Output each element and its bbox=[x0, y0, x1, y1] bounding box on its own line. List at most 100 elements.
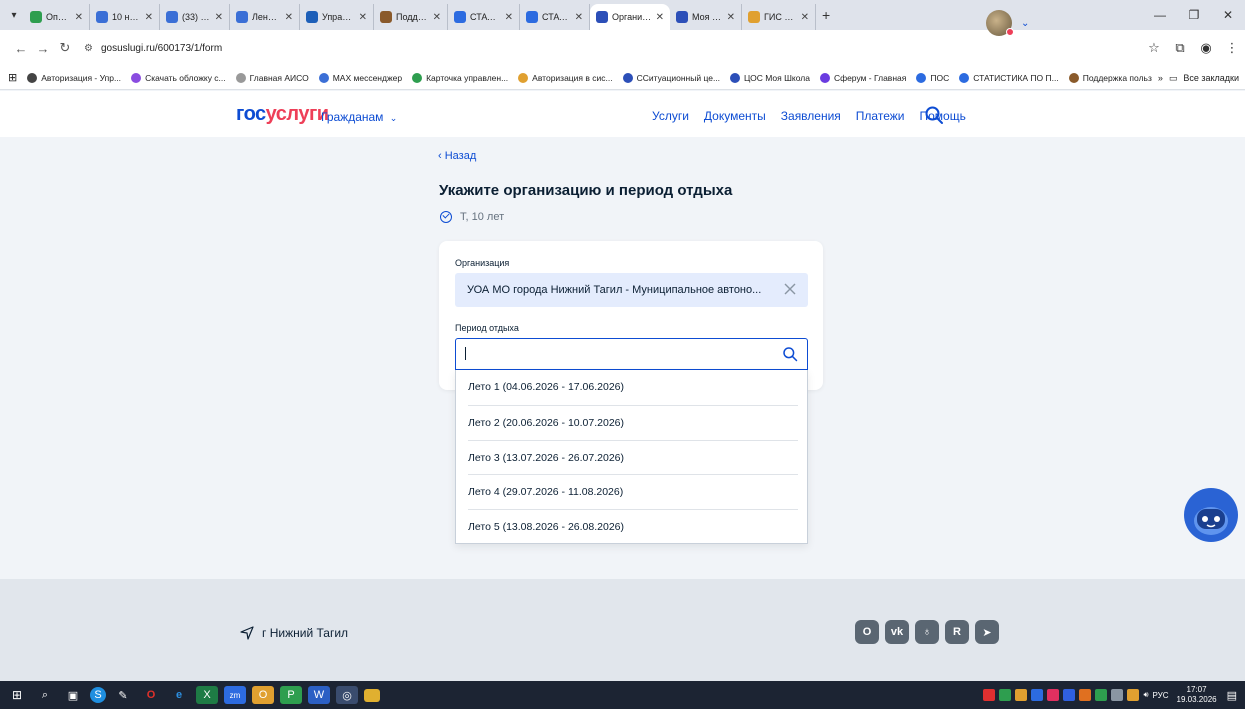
tab-close-icon[interactable]: ✕ bbox=[656, 12, 664, 23]
assistant-robot-icon[interactable] bbox=[1183, 487, 1239, 543]
file-explorer-icon[interactable] bbox=[364, 688, 380, 702]
volume-icon[interactable]: 🔊︎ bbox=[1143, 690, 1148, 700]
outlook-icon[interactable]: O bbox=[252, 686, 274, 704]
period-option[interactable]: Лето 5 (13.08.2026 - 26.08.2026) bbox=[468, 510, 798, 544]
browser-tab[interactable]: Управление о ✕ bbox=[300, 4, 374, 30]
browser-tab[interactable]: Моя школа ✕ bbox=[670, 4, 742, 30]
organization-field[interactable]: УОА МО города Нижний Тагил - Муниципальн… bbox=[455, 273, 808, 307]
back-arrow-icon[interactable]: ← bbox=[10, 41, 32, 56]
all-bookmarks[interactable]: Все закладки bbox=[1183, 73, 1239, 83]
bookmark-item[interactable]: Поддержка пользо... bbox=[1068, 72, 1164, 83]
tray-icon[interactable] bbox=[1063, 689, 1076, 701]
chrome-icon[interactable]: ◎ bbox=[336, 686, 358, 704]
browser-tab[interactable]: ГИС СО "ЕЦП" ✕ bbox=[742, 4, 816, 30]
bookmark-item[interactable]: Скачать обложку с... bbox=[131, 72, 226, 83]
tray-icon[interactable] bbox=[999, 689, 1012, 701]
telegram-icon[interactable]: ➤ bbox=[975, 620, 999, 644]
tray-icon[interactable] bbox=[1111, 689, 1124, 701]
tab-search-icon[interactable]: ▾ bbox=[4, 5, 24, 25]
browser-tab[interactable]: СТАТИСТИКА ✕ bbox=[448, 4, 520, 30]
period-input[interactable] bbox=[464, 345, 764, 363]
app-icon[interactable]: P bbox=[280, 686, 302, 704]
bookmark-star-icon[interactable]: ☆ bbox=[1141, 40, 1167, 56]
apps-grid-icon[interactable]: ⊞ bbox=[8, 71, 17, 84]
windows-start-icon[interactable]: ⊞ bbox=[6, 686, 28, 704]
chevron-down-icon[interactable]: ⌄ bbox=[1021, 18, 1029, 29]
profile-icon[interactable]: ◉ bbox=[1193, 40, 1219, 56]
excel-icon[interactable]: X bbox=[196, 686, 218, 704]
period-option[interactable]: Лето 3 (13.07.2026 - 26.07.2026) bbox=[468, 441, 798, 475]
city-selector[interactable]: г Нижний Тагил bbox=[240, 626, 348, 640]
nav-payments[interactable]: Платежи bbox=[856, 109, 905, 123]
vk-icon[interactable]: vk bbox=[885, 620, 909, 644]
citizen-menu[interactable]: Гражданам ⌄ bbox=[321, 110, 397, 124]
browser-tab[interactable]: Опрос школ п ✕ bbox=[24, 4, 90, 30]
period-option[interactable]: Лето 2 (20.06.2026 - 10.07.2026) bbox=[468, 406, 798, 440]
restore-icon[interactable]: ❐ bbox=[1177, 8, 1211, 22]
bookmark-item[interactable]: Карточка управлен... bbox=[412, 72, 508, 83]
nav-applications[interactable]: Заявления bbox=[781, 109, 841, 123]
close-window-icon[interactable]: ✕ bbox=[1211, 8, 1245, 22]
bookmark-item[interactable]: Авторизация - Упр... bbox=[27, 72, 121, 83]
zoom-icon[interactable]: zm bbox=[224, 686, 246, 704]
search-icon[interactable] bbox=[924, 105, 944, 125]
tab-close-icon[interactable]: ✕ bbox=[215, 12, 223, 23]
tab-close-icon[interactable]: ✕ bbox=[433, 12, 441, 23]
extensions-icon[interactable]: ⧉ bbox=[1167, 40, 1193, 56]
url-field[interactable]: ⚙ gosuslugi.ru/600173/1/form bbox=[84, 43, 222, 54]
tray-icon[interactable] bbox=[1015, 689, 1028, 701]
period-option[interactable]: Лето 1 (04.06.2026 - 17.06.2026) bbox=[468, 370, 798, 404]
opera-icon[interactable]: O bbox=[140, 686, 162, 704]
feather-icon[interactable]: ✎ bbox=[112, 686, 134, 704]
task-view-icon[interactable]: ▣ bbox=[62, 686, 84, 704]
browser-tab[interactable]: СТАТИСТИКА ✕ bbox=[520, 4, 590, 30]
minimize-icon[interactable]: — bbox=[1143, 8, 1177, 22]
tab-close-icon[interactable]: ✕ bbox=[75, 12, 83, 23]
new-tab-button[interactable]: + bbox=[822, 7, 830, 23]
bookmark-item[interactable]: ЦОС Моя Школа bbox=[730, 72, 810, 83]
forward-arrow-icon[interactable]: → bbox=[32, 41, 54, 56]
tray-icon[interactable] bbox=[1047, 689, 1060, 701]
bookmark-item[interactable]: СТАТИСТИКА ПО П... bbox=[959, 72, 1059, 83]
bookmarks-more[interactable]: » bbox=[1158, 73, 1163, 83]
back-link[interactable]: ‹ Назад bbox=[438, 150, 476, 162]
tray-icon[interactable] bbox=[1031, 689, 1044, 701]
edge-icon[interactable]: e bbox=[168, 686, 190, 704]
search-icon[interactable] bbox=[782, 346, 798, 362]
tab-close-icon[interactable]: ✕ bbox=[801, 12, 809, 23]
period-search-field[interactable] bbox=[455, 338, 808, 370]
tray-icon[interactable] bbox=[1095, 689, 1108, 701]
tray-icon[interactable] bbox=[983, 689, 996, 701]
gosuslugi-logo[interactable]: госуслуги bbox=[236, 103, 329, 126]
browser-tab[interactable]: Организация ✕ bbox=[590, 4, 670, 30]
clear-icon[interactable] bbox=[781, 280, 799, 298]
clock[interactable]: 17:07 19.03.2026 bbox=[1177, 685, 1217, 705]
tab-close-icon[interactable]: ✕ bbox=[505, 12, 513, 23]
bookmark-item[interactable]: Сферум - Главная bbox=[819, 72, 906, 83]
rutube-icon[interactable]: R bbox=[945, 620, 969, 644]
browser-tab[interactable]: Поддержка по ✕ bbox=[374, 4, 448, 30]
site-settings-icon[interactable]: ⚙ bbox=[84, 43, 93, 54]
browser-tab[interactable]: (33) Входящие ✕ bbox=[160, 4, 230, 30]
browser-tab[interactable]: 10 непрочита ✕ bbox=[90, 4, 160, 30]
skype-icon[interactable]: S bbox=[90, 687, 106, 703]
ok-icon[interactable]: O bbox=[855, 620, 879, 644]
tab-close-icon[interactable]: ✕ bbox=[285, 12, 293, 23]
reload-icon[interactable]: ↻ bbox=[54, 40, 76, 56]
tab-close-icon[interactable]: ✕ bbox=[145, 12, 153, 23]
bookmark-item[interactable]: ССитуационный це... bbox=[622, 72, 720, 83]
more-menu-icon[interactable]: ⋮ bbox=[1219, 40, 1245, 56]
windows-search-icon[interactable]: ⌕ bbox=[34, 686, 56, 704]
tray-icon[interactable] bbox=[1127, 689, 1140, 701]
keyboard-language[interactable]: РУС bbox=[1153, 691, 1169, 700]
nav-documents[interactable]: Документы bbox=[704, 109, 766, 123]
word-icon[interactable]: W bbox=[308, 686, 330, 704]
bookmark-item[interactable]: ПОС bbox=[916, 72, 949, 83]
tray-icon[interactable] bbox=[1079, 689, 1092, 701]
notifications-icon[interactable]: ▤ bbox=[1227, 689, 1237, 702]
bookmark-item[interactable]: Авторизация в сис... bbox=[518, 72, 613, 83]
browser-tab[interactable]: Лента новосте ✕ bbox=[230, 4, 300, 30]
tab-close-icon[interactable]: ✕ bbox=[575, 12, 583, 23]
bookmark-item[interactable]: Главная АИСО bbox=[235, 72, 309, 83]
tab-close-icon[interactable]: ✕ bbox=[359, 12, 367, 23]
